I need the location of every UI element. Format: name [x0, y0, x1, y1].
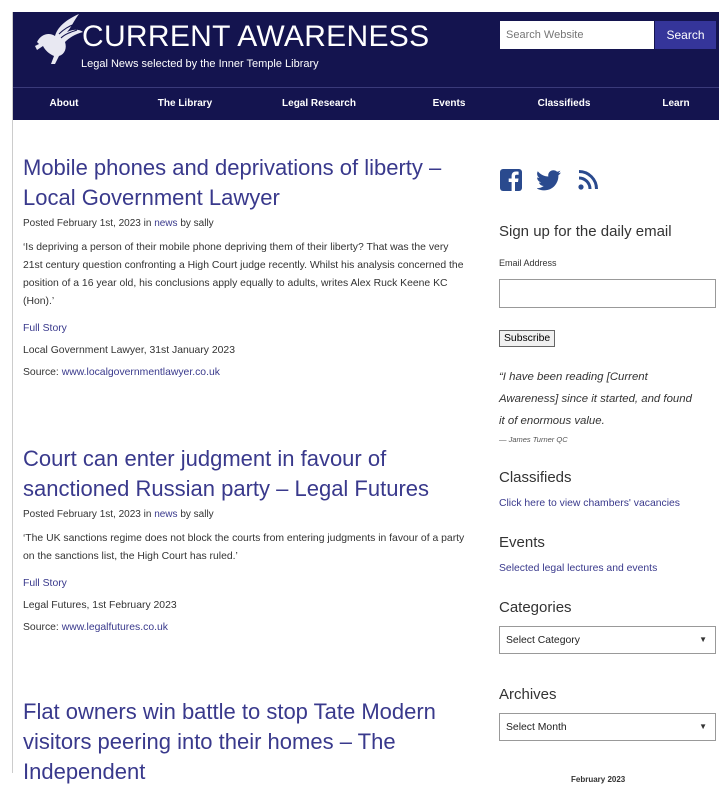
- source-link[interactable]: www.localgovernmentlawyer.co.uk: [62, 367, 220, 378]
- quote-line: “I have been reading [Current: [499, 371, 648, 383]
- quote-line: Awareness] since it started, and found: [499, 393, 692, 405]
- post-title-line[interactable]: Independent: [23, 759, 145, 784]
- post-title-line[interactable]: Court can enter judgment in favour of: [23, 446, 386, 471]
- source-line: Source: www.localgovernmentlawyer.co.uk: [23, 367, 483, 378]
- nav-item-learn[interactable]: Learn: [662, 98, 689, 109]
- post-excerpt: ‘The UK sanctions regime does not block …: [23, 530, 483, 566]
- page-frame: CURRENT AWARENESS Legal News selected by…: [12, 12, 719, 784]
- chevron-down-icon: ▼: [699, 635, 707, 644]
- subscribe-button[interactable]: Subscribe: [499, 330, 556, 347]
- post-meta: Posted February 1st, 2023 in news by sal…: [23, 218, 483, 229]
- site-header: CURRENT AWARENESS Legal News selected by…: [13, 12, 719, 87]
- post-title-line[interactable]: sanctioned Russian party – Legal Futures: [23, 476, 429, 501]
- author-name: sally: [193, 218, 214, 229]
- archives-select-value: Select Month: [506, 722, 567, 733]
- meta-by: by: [177, 218, 194, 229]
- chevron-down-icon: ▼: [699, 722, 707, 731]
- quote-attribution: — James Turner QC: [499, 435, 568, 444]
- facebook-icon[interactable]: [499, 168, 523, 192]
- post-item: Flat owners win battle to stop Tate Mode…: [23, 697, 483, 787]
- post-title[interactable]: Court can enter judgment in favour of sa…: [23, 444, 483, 504]
- post-title-line[interactable]: Mobile phones and deprivations of libert…: [23, 155, 441, 180]
- post-title-line[interactable]: Flat owners win battle to stop Tate Mode…: [23, 699, 436, 724]
- category-link[interactable]: news: [154, 509, 177, 520]
- post-date: Posted February 1st, 2023 in: [23, 218, 155, 229]
- full-story-link[interactable]: Full Story: [23, 578, 483, 589]
- archives-select[interactable]: Select Month ▼: [499, 713, 716, 741]
- categories-select-value: Select Category: [506, 635, 580, 646]
- events-link[interactable]: Selected legal lectures and events: [499, 563, 657, 574]
- source-publication: Legal Futures, 1st February 2023: [23, 600, 177, 611]
- source-label: Source:: [23, 367, 62, 378]
- calendar-caption: February 2023: [571, 775, 626, 784]
- archives-heading: Archives: [499, 686, 557, 703]
- excerpt-line: (Hon).’: [23, 296, 55, 307]
- classifieds-link[interactable]: Click here to view chambers' vacancies: [499, 498, 680, 509]
- post-title-line[interactable]: visitors peering into their homes – The: [23, 729, 396, 754]
- main-nav: About The Library Legal Research Events …: [13, 87, 719, 120]
- search-button[interactable]: Search: [655, 21, 716, 49]
- pegasus-logo-icon[interactable]: [29, 12, 85, 68]
- post-excerpt: ‘Is depriving a person of their mobile p…: [23, 239, 483, 311]
- nav-item-events[interactable]: Events: [433, 98, 466, 109]
- source-publication: Local Government Lawyer, 31st January 20…: [23, 345, 235, 356]
- signup-heading: Sign up for the daily email: [499, 223, 672, 240]
- full-story-link[interactable]: Full Story: [23, 323, 483, 334]
- source-label: Source:: [23, 622, 62, 633]
- quote-line: it of enormous value.: [499, 415, 605, 427]
- excerpt-line: position of a 16 year old, his conclusio…: [23, 278, 448, 289]
- post-item: Court can enter judgment in favour of sa…: [23, 444, 483, 633]
- testimonial-quote: “I have been reading [Current Awareness]…: [499, 366, 692, 432]
- post-meta: Posted February 1st, 2023 in news by sal…: [23, 509, 483, 520]
- author-name: sally: [193, 509, 214, 520]
- nav-item-legal-research[interactable]: Legal Research: [282, 98, 356, 109]
- post-title[interactable]: Flat owners win battle to stop Tate Mode…: [23, 697, 483, 787]
- email-label: Email Address: [499, 258, 557, 268]
- excerpt-line: 21st century question confronting a High…: [23, 260, 464, 271]
- post-date: Posted February 1st, 2023 in: [23, 509, 155, 520]
- rss-icon[interactable]: [577, 168, 599, 192]
- site-tagline: Legal News selected by the Inner Temple …: [81, 58, 319, 70]
- nav-item-about[interactable]: About: [50, 98, 79, 109]
- source-line: Source: www.legalfutures.co.uk: [23, 622, 483, 633]
- email-field[interactable]: [499, 279, 716, 308]
- source-link[interactable]: www.legalfutures.co.uk: [62, 622, 168, 633]
- events-heading: Events: [499, 534, 545, 551]
- nav-item-the-library[interactable]: The Library: [158, 98, 212, 109]
- categories-select[interactable]: Select Category ▼: [499, 626, 716, 654]
- classifieds-heading: Classifieds: [499, 469, 572, 486]
- category-link[interactable]: news: [154, 218, 177, 229]
- categories-heading: Categories: [499, 599, 572, 616]
- excerpt-line: ‘Is depriving a person of their mobile p…: [23, 242, 449, 253]
- twitter-icon[interactable]: [537, 168, 563, 192]
- meta-by: by: [177, 509, 194, 520]
- post-title-line[interactable]: Local Government Lawyer: [23, 185, 280, 210]
- search-input[interactable]: [500, 21, 654, 49]
- site-title[interactable]: CURRENT AWARENESS: [82, 20, 429, 54]
- post-title[interactable]: Mobile phones and deprivations of libert…: [23, 153, 483, 213]
- excerpt-line: ‘The UK sanctions regime does not block …: [23, 533, 465, 544]
- excerpt-line: on the sanctions list, the High Court ha…: [23, 551, 238, 562]
- nav-item-classifieds[interactable]: Classifieds: [538, 98, 591, 109]
- post-item: Mobile phones and deprivations of libert…: [23, 153, 483, 378]
